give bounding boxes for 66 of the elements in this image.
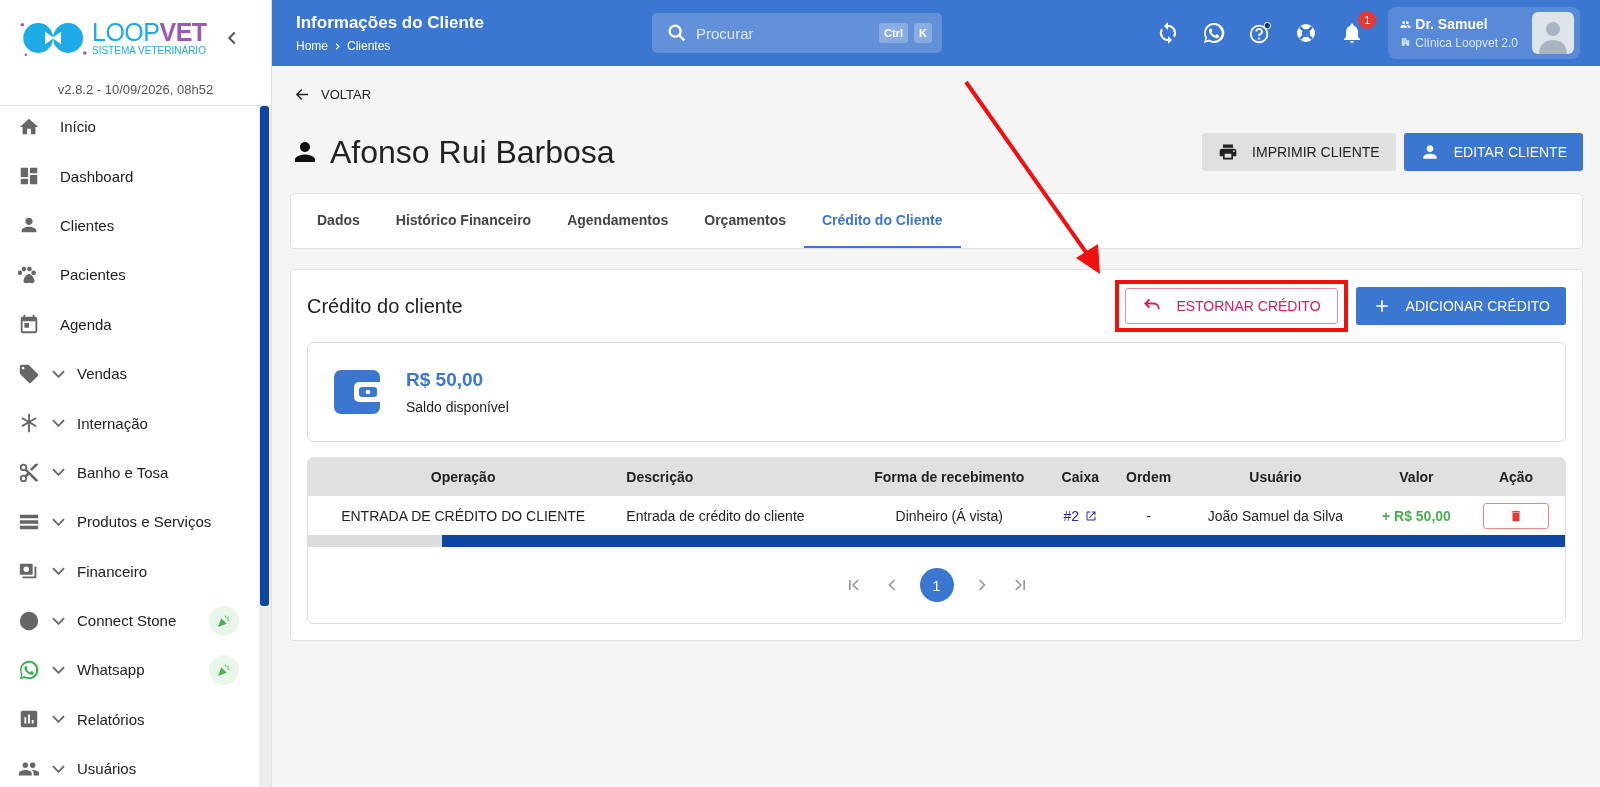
user-name: Dr. Samuel <box>1415 16 1488 32</box>
table-cell: Entrada de crédito do cliente <box>626 507 805 524</box>
avatar-placeholder <box>1532 12 1574 54</box>
sidebar-item[interactable]: Relatórios <box>0 694 259 745</box>
printer-icon <box>1218 142 1239 162</box>
arrow-left-icon <box>294 86 311 103</box>
sidebar-item[interactable]: Produtos e Serviços <box>0 497 259 547</box>
tab[interactable]: Histórico Financeiro <box>377 194 550 248</box>
table-cell: - <box>1146 507 1151 524</box>
back-link[interactable]: VOLTAR <box>294 86 372 103</box>
sidebar-item[interactable]: Vendas <box>0 348 259 399</box>
sidebar-item[interactable]: Agenda <box>0 299 259 349</box>
scrollbar-thumb[interactable] <box>260 106 269 606</box>
clinic-name: Clínica Loopvet 2.0 <box>1415 36 1518 50</box>
building-icon <box>1400 35 1412 47</box>
sidebar-item[interactable]: Pacientes <box>0 250 259 300</box>
table-cell: João Samuel da Silva <box>1207 507 1344 524</box>
notification-badge: 1 <box>1358 11 1377 29</box>
sidebar-item[interactable]: Banho e Tosa <box>0 447 259 498</box>
breadcrumb-link[interactable]: Home <box>296 39 328 53</box>
table-cell: ENTRADA DE CRÉDITO DO CLIENTE <box>341 507 586 524</box>
column-header: Usuário <box>1185 458 1366 496</box>
column-header: Operação <box>308 458 619 496</box>
sidebar-item[interactable]: Clientes <box>0 200 259 251</box>
refund-button[interactable]: ESTORNAR CRÉDITO <box>1125 288 1338 324</box>
sidebar-item[interactable]: Financeiro <box>0 546 259 596</box>
version-text: v2.8.2 - 10/09/2026, 08h52 <box>0 64 271 106</box>
table-cell: + R$ 50,00 <box>1381 507 1451 524</box>
print-button[interactable]: IMPRIMIR CLIENTE <box>1202 133 1396 171</box>
balance-amount: R$ 50,00 <box>406 369 485 391</box>
tab[interactable]: Agendamentos <box>549 194 687 248</box>
delete-button[interactable] <box>1483 502 1550 529</box>
search-field[interactable]: Procurar <box>694 23 874 43</box>
help-icon[interactable] <box>1248 21 1273 45</box>
shortcut-key: Ctrl <box>879 23 909 43</box>
column-header: Ação <box>1467 458 1565 496</box>
page-title: Informações do Cliente <box>296 13 485 33</box>
client-name: Afonso Rui Barbosa <box>330 133 615 171</box>
sidebar-item[interactable]: Whatsapp <box>0 645 259 695</box>
loopvet-logo: LOOPVET SISTEMA VETERINÁRIO <box>18 16 207 60</box>
tab[interactable]: Crédito do Cliente <box>804 194 961 248</box>
sidebar-item[interactable]: Internação <box>0 398 259 448</box>
column-header: Forma de recebimento <box>850 458 1049 496</box>
cash-register-link[interactable]: #2 <box>1063 507 1098 524</box>
section-title: Crédito do cliente <box>307 294 463 318</box>
breadcrumb-link[interactable]: Clientes <box>347 39 391 53</box>
balance-label: Saldo disponível <box>406 399 509 415</box>
external-link-icon <box>1085 509 1098 522</box>
sidebar-item[interactable]: Dashboard <box>0 151 259 201</box>
column-header: Caixa <box>1048 458 1113 496</box>
column-header: Ordem <box>1112 458 1186 496</box>
edit-button[interactable]: EDITAR CLIENTE <box>1403 133 1583 171</box>
scrollbar-thumb[interactable] <box>442 535 1565 547</box>
whatsapp-icon[interactable] <box>1202 21 1227 45</box>
column-header: Descrição <box>618 458 851 496</box>
shortcut-key: K <box>914 23 932 43</box>
tab[interactable]: Dados <box>299 194 378 248</box>
sidebar-item[interactable]: Connect Stone <box>0 595 259 646</box>
sidebar-item[interactable]: Usuários <box>0 744 259 787</box>
page-button[interactable]: 1 <box>919 568 954 602</box>
tab[interactable]: Orçamentos <box>686 194 804 248</box>
people-icon <box>1400 18 1412 30</box>
column-header: Valor <box>1365 458 1468 496</box>
table-cell: Dinheiro (Á vista) <box>895 507 1003 524</box>
search-icon <box>666 22 688 44</box>
add-credit-button[interactable]: ADICIONAR CRÉDITO <box>1355 287 1566 325</box>
